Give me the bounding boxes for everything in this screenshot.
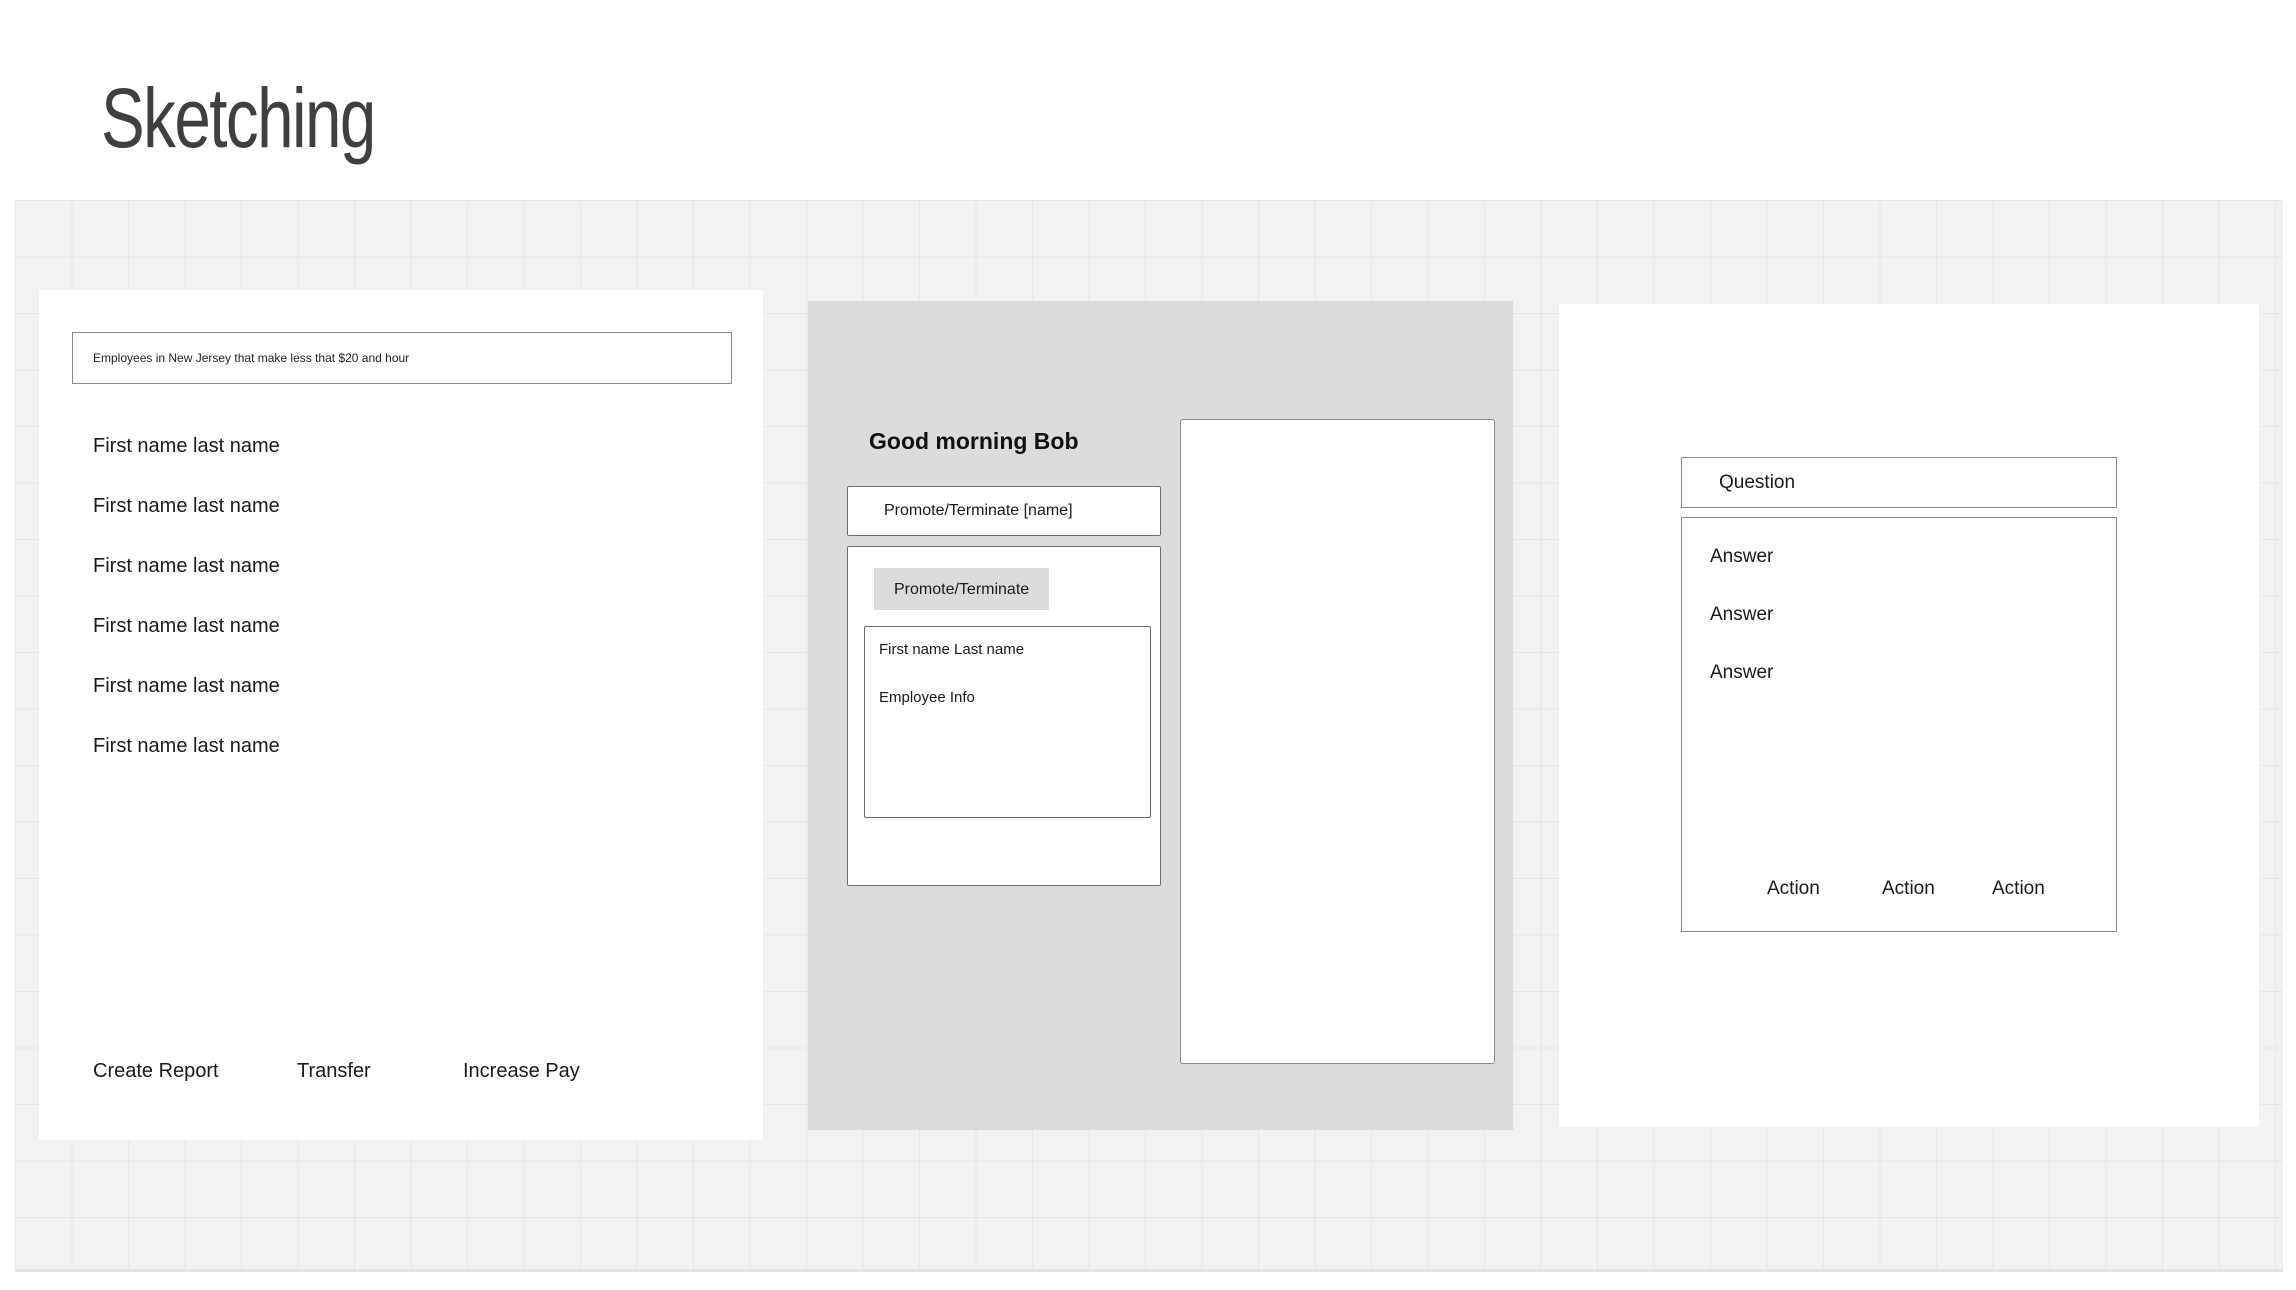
list-item[interactable]: First name last name [93,732,493,792]
transfer-button[interactable]: Transfer [297,1060,371,1083]
create-report-button[interactable]: Create Report [93,1060,219,1083]
list-item[interactable]: First name last name [93,492,493,552]
answer-item[interactable]: Answer [1710,546,1773,568]
slide-title: Sketching [101,71,376,165]
increase-pay-button[interactable]: Increase Pay [463,1060,580,1083]
action-button[interactable]: Action [1767,878,1820,900]
list-item[interactable]: First name last name [93,672,493,732]
question-input[interactable]: Question [1681,457,2117,508]
answer-item[interactable]: Answer [1710,662,1773,684]
employee-name: First name Last name [879,641,1025,658]
detail-panel [1180,419,1495,1064]
action-button[interactable]: Action [1992,878,2045,900]
employee-list: First name last name First name last nam… [93,432,493,792]
slide: Sketching Employees in New Jersey that m… [0,0,2296,1290]
list-item[interactable]: First name last name [93,612,493,672]
promote-terminate-tab[interactable]: Promote/Terminate [874,568,1049,610]
employee-info: Employee Info [879,689,975,706]
action-button[interactable]: Action [1882,878,1935,900]
query-input[interactable]: Employees in New Jersey that make less t… [72,332,732,384]
list-item[interactable]: First name last name [93,552,493,612]
greeting-heading: Good morning Bob [869,428,1079,454]
answer-item[interactable]: Answer [1710,604,1773,626]
list-item[interactable]: First name last name [93,432,493,492]
answer-panel [1681,517,2117,932]
promote-terminate-input[interactable]: Promote/Terminate [name] [847,486,1161,536]
employee-card[interactable]: First name Last name Employee Info [864,626,1151,818]
